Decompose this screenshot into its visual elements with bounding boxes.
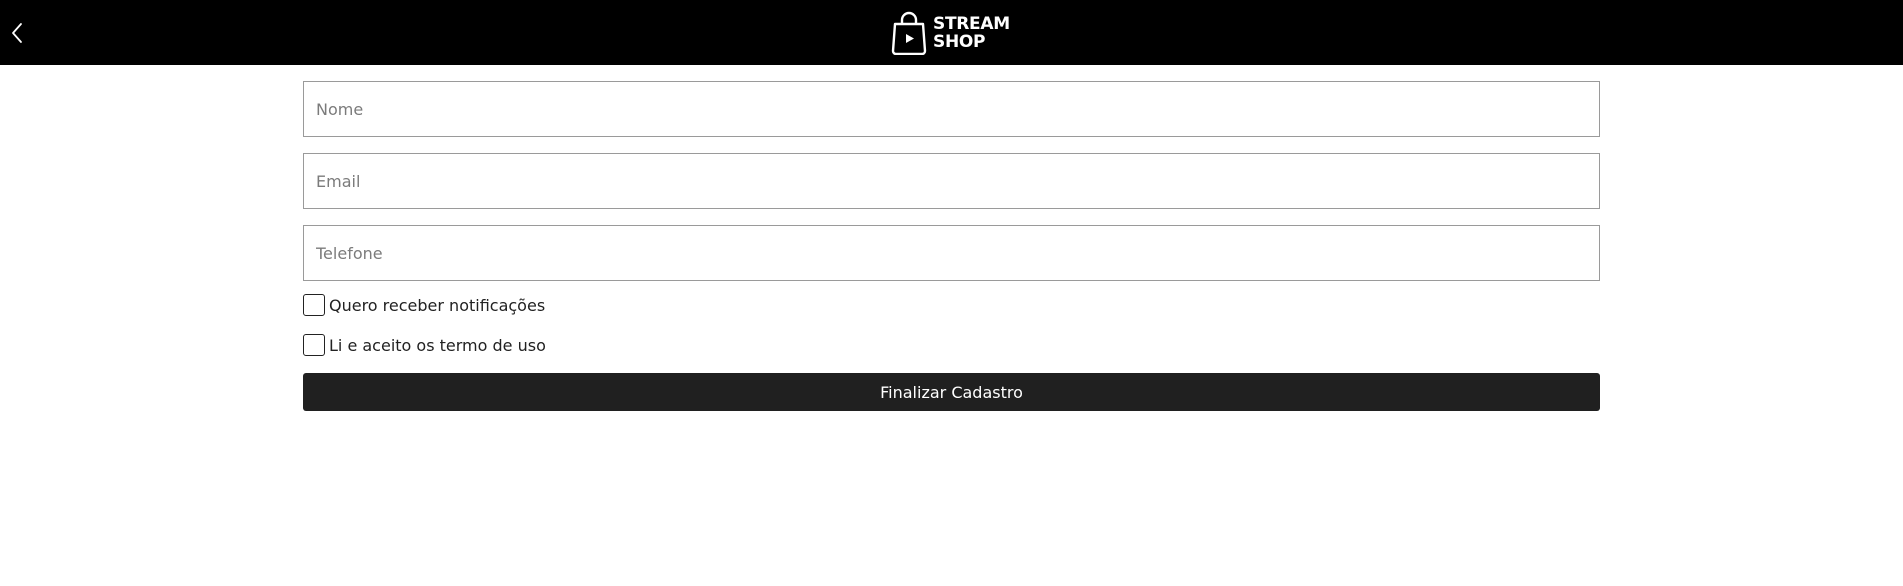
shopping-bag-play-icon <box>891 11 927 55</box>
logo-line-2: SHOP <box>933 32 986 52</box>
email-field[interactable] <box>303 153 1600 209</box>
stream-shop-logo[interactable]: STREAM SHOP <box>891 10 1010 56</box>
notifications-checkbox[interactable] <box>303 294 325 316</box>
finalize-registration-button[interactable]: Finalizar Cadastro <box>303 373 1600 411</box>
name-field[interactable] <box>303 81 1600 137</box>
back-button[interactable] <box>6 18 28 48</box>
terms-option[interactable]: Li e aceito os termo de uso <box>303 333 1600 357</box>
phone-field[interactable] <box>303 225 1600 281</box>
terms-label[interactable]: Li e aceito os termo de uso <box>329 336 546 355</box>
logo-line-1: STREAM <box>933 14 1010 34</box>
notifications-label[interactable]: Quero receber notificações <box>329 296 545 315</box>
terms-checkbox[interactable] <box>303 334 325 356</box>
top-bar: STREAM SHOP <box>0 0 1903 65</box>
notifications-option[interactable]: Quero receber notificações <box>303 293 1600 317</box>
logo-text: STREAM SHOP <box>933 15 1010 51</box>
chevron-left-icon <box>12 23 22 43</box>
registration-form: Quero receber notificações Li e aceito o… <box>303 81 1600 411</box>
